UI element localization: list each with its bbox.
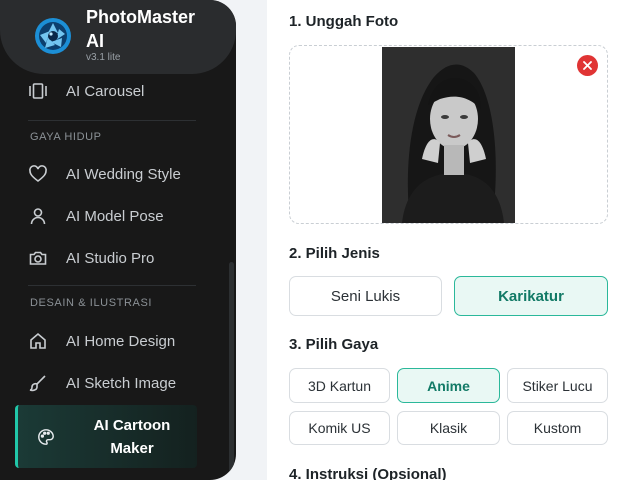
active-item-label-line1: AI Cartoon xyxy=(93,417,171,434)
sidebar-item-ai-cartoon-maker[interactable]: AI Cartoon Maker xyxy=(15,405,197,468)
app-name: PhotoMaster AI xyxy=(86,5,195,53)
sidebar-item-ai-model-pose[interactable]: AI Model Pose xyxy=(28,201,204,231)
heart-icon xyxy=(29,165,47,183)
style-option-anime[interactable]: Anime xyxy=(397,368,500,403)
section-title-gaya-hidup: GAYA HIDUP xyxy=(30,131,102,143)
step4-title: 4. Instruksi (Opsional) xyxy=(289,466,447,480)
camera-aperture-logo-icon xyxy=(35,18,71,54)
home-icon xyxy=(30,332,46,349)
style-option-3d-kartun[interactable]: 3D Kartun xyxy=(289,368,390,403)
sidebar-divider xyxy=(28,285,196,286)
style-option-komik-us[interactable]: Komik US xyxy=(289,411,390,445)
step3-title: 3. Pilih Gaya xyxy=(289,336,379,353)
portrait-photo-icon xyxy=(382,47,515,223)
sidebar-item-label: AI Carousel xyxy=(66,82,145,100)
type-option-seni-lukis[interactable]: Seni Lukis xyxy=(289,276,442,316)
type-option-karikatur[interactable]: Karikatur xyxy=(454,276,608,316)
step2-title: 2. Pilih Jenis xyxy=(289,245,380,262)
app-version: v3.1 lite xyxy=(86,52,121,63)
sidebar-item-ai-sketch-image[interactable]: AI Sketch Image xyxy=(28,368,204,398)
sidebar-item-ai-wedding-style[interactable]: AI Wedding Style xyxy=(28,159,204,189)
sidebar-item-ai-studio-pro[interactable]: AI Studio Pro xyxy=(28,243,204,273)
brand-header: PhotoMaster AI v3.1 lite xyxy=(0,0,236,74)
sidebar: PhotoMaster AI v3.1 lite AI Carousel GAY… xyxy=(0,0,236,480)
step1-title: 1. Unggah Foto xyxy=(289,13,399,30)
sidebar-item-ai-home-design[interactable]: AI Home Design xyxy=(28,326,204,356)
active-item-label: AI Cartoon Maker xyxy=(80,414,184,460)
carousel-icon xyxy=(29,83,47,99)
active-item-label-line2: Maker xyxy=(110,440,154,457)
palette-icon xyxy=(38,429,54,445)
section-title-desain-ilustrasi: DESAIN & ILUSTRASI xyxy=(30,297,153,309)
sidebar-item-label: AI Home Design xyxy=(66,332,176,350)
brush-icon xyxy=(29,375,46,392)
style-option-kustom[interactable]: Kustom xyxy=(507,411,608,445)
sidebar-item-label: AI Sketch Image xyxy=(66,374,177,392)
style-option-stiker-lucu[interactable]: Stiker Lucu xyxy=(507,368,608,403)
camera-icon xyxy=(29,251,47,265)
sidebar-scrollbar[interactable] xyxy=(229,262,234,480)
close-icon xyxy=(583,61,592,70)
remove-photo-button[interactable] xyxy=(577,55,598,76)
style-option-klasik[interactable]: Klasik xyxy=(397,411,500,445)
sidebar-item-label: AI Studio Pro xyxy=(66,249,155,267)
app-name-line2: AI xyxy=(86,31,104,51)
uploaded-photo-preview xyxy=(382,47,515,223)
sidebar-item-ai-carousel[interactable]: AI Carousel xyxy=(28,76,204,106)
app-name-line1: PhotoMaster xyxy=(86,7,196,27)
user-icon xyxy=(30,208,46,225)
sidebar-item-label: AI Model Pose xyxy=(66,207,164,225)
sidebar-divider xyxy=(28,120,196,121)
sidebar-item-label: AI Wedding Style xyxy=(66,165,181,183)
